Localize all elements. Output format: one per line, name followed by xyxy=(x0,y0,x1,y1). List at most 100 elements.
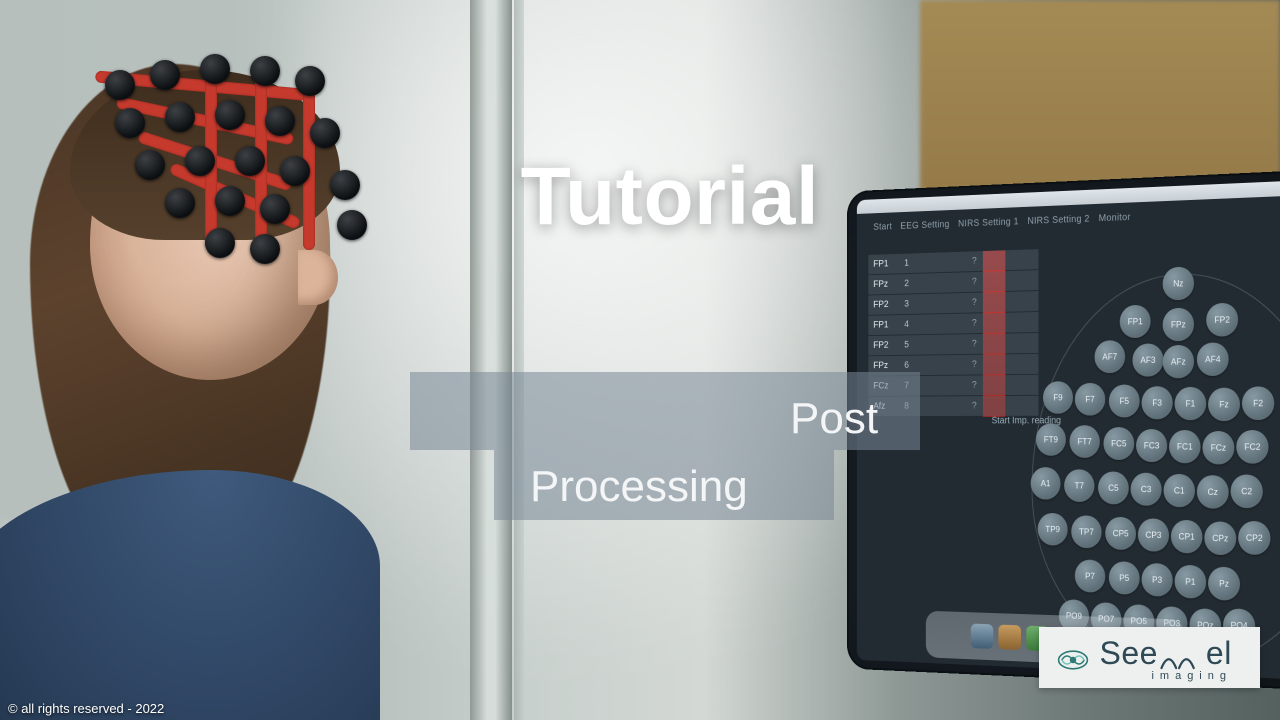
electrode: AF3 xyxy=(1132,343,1163,376)
electrode: CP3 xyxy=(1138,518,1169,552)
subject-hair xyxy=(30,64,330,564)
electrode: A1 xyxy=(1031,467,1061,500)
app-tab: EEG Setting xyxy=(900,219,949,231)
blurred-shelf xyxy=(0,520,160,680)
electrode: P7 xyxy=(1075,559,1105,592)
channel-name: FP2 xyxy=(873,340,896,351)
electrode: Fz xyxy=(1208,388,1240,422)
vertical-pole xyxy=(470,0,512,720)
channel-name: FP2 xyxy=(873,299,896,310)
electrode: FC5 xyxy=(1103,427,1134,460)
electrode: Pz xyxy=(1208,566,1240,600)
headset-sensor xyxy=(250,56,280,86)
electrode: FCz xyxy=(1202,431,1234,465)
electrode: F9 xyxy=(1043,381,1073,414)
app-tab: Monitor xyxy=(1099,212,1131,224)
brand-name: See el xyxy=(1099,637,1232,669)
channel-index: 1 xyxy=(897,258,917,269)
headset-sensor xyxy=(215,186,245,216)
headset-sensor xyxy=(200,54,230,84)
electrode: C2 xyxy=(1231,474,1263,508)
channel-name: FP1 xyxy=(873,320,896,331)
channel-row: FP25? xyxy=(868,333,1038,355)
electrode: TP7 xyxy=(1071,515,1101,548)
electrode: CP1 xyxy=(1171,520,1203,554)
headset-sensor xyxy=(165,188,195,218)
electrode: TP9 xyxy=(1038,513,1068,546)
channel-name: FP1 xyxy=(873,259,896,270)
overlay-title: Tutorial xyxy=(521,150,820,244)
electrode: F5 xyxy=(1109,384,1140,417)
eeg-head-map: NzFP1FPzFP2AF7AF3AFzAF4F9F7F5F3F1FzF2FT9… xyxy=(1032,269,1280,673)
subtitle-line-2: Processing xyxy=(530,462,748,512)
electrode: CPz xyxy=(1204,521,1236,555)
brand-box: See el imaging xyxy=(1039,627,1260,688)
brand-wave-glyph-icon xyxy=(1159,649,1205,671)
headset-sensor xyxy=(260,194,290,224)
channel-name: FPz xyxy=(873,279,896,290)
channel-impedance: ? xyxy=(917,338,1034,350)
headset-sensor xyxy=(265,106,295,136)
headset-sensor xyxy=(105,70,135,100)
headset-sensor xyxy=(115,108,145,138)
channel-name: FPz xyxy=(873,361,896,371)
channel-index: 4 xyxy=(897,319,917,330)
brand-subline: imaging xyxy=(1151,671,1232,682)
electrode: C3 xyxy=(1131,473,1162,506)
headset-sensor xyxy=(150,60,180,90)
app-tab: Start xyxy=(873,222,892,233)
channel-impedance: ? xyxy=(917,254,1034,268)
electrode: P1 xyxy=(1175,565,1207,599)
headset-strap xyxy=(255,60,267,260)
headset-sensor xyxy=(165,102,195,132)
electrode: P5 xyxy=(1109,561,1140,595)
electrode: FP1 xyxy=(1120,305,1151,339)
headset-strap xyxy=(116,96,295,145)
channel-row: FP14? xyxy=(868,312,1038,335)
headset-strap xyxy=(205,60,217,250)
electrode: FPz xyxy=(1163,308,1194,342)
electrode: F1 xyxy=(1175,387,1207,420)
electrode: AF7 xyxy=(1094,340,1125,373)
headset-strap xyxy=(137,131,293,192)
electrode: AF4 xyxy=(1197,342,1229,376)
electrode: P3 xyxy=(1142,563,1173,597)
electrode: FP2 xyxy=(1206,303,1238,337)
headset-sensor xyxy=(205,228,235,258)
electrode: Nz xyxy=(1163,266,1194,300)
electrode: F7 xyxy=(1075,383,1105,416)
headset-sensor xyxy=(215,100,245,130)
app-tab: NIRS Setting 2 xyxy=(1027,214,1089,227)
headset-strap xyxy=(95,70,315,101)
electrode: FT7 xyxy=(1069,425,1099,458)
electrode: C1 xyxy=(1164,474,1195,508)
electrode: FC2 xyxy=(1236,430,1268,464)
scene-background: Start EEG Setting NIRS Setting 1 NIRS Setti… xyxy=(0,0,1280,720)
electrode: FC3 xyxy=(1136,429,1167,462)
channel-index: 6 xyxy=(897,360,917,370)
channel-impedance: ? xyxy=(917,380,1034,391)
app-tab: NIRS Setting 1 xyxy=(958,217,1019,230)
electrode: C5 xyxy=(1098,471,1129,504)
brand-name-part1: See xyxy=(1099,637,1157,669)
subtitle-line-1: Post xyxy=(790,394,878,444)
electrode: AFz xyxy=(1163,345,1194,379)
channel-row: FP23? xyxy=(868,291,1038,315)
headset-sensor xyxy=(135,150,165,180)
electrode: Cz xyxy=(1197,475,1229,509)
channel-impedance: ? xyxy=(917,359,1034,371)
channel-impedance: ? xyxy=(917,401,1034,412)
brand-name-part2: el xyxy=(1206,637,1232,669)
channel-index: 2 xyxy=(897,278,917,289)
channel-impedance: ? xyxy=(917,275,1034,289)
subject-head xyxy=(90,80,330,380)
headset-sensor xyxy=(235,146,265,176)
electrode: T7 xyxy=(1064,469,1094,502)
brand-logo-icon xyxy=(1057,645,1089,675)
electrode: F3 xyxy=(1142,386,1173,419)
channel-impedance: ? xyxy=(917,296,1034,309)
copyright-text: © all rights reserved - 2022 xyxy=(8,701,164,716)
monitor-bezel: Start EEG Setting NIRS Setting 1 NIRS Setti… xyxy=(857,180,1280,680)
electrode: F2 xyxy=(1242,386,1274,420)
channel-index: 3 xyxy=(897,299,917,310)
